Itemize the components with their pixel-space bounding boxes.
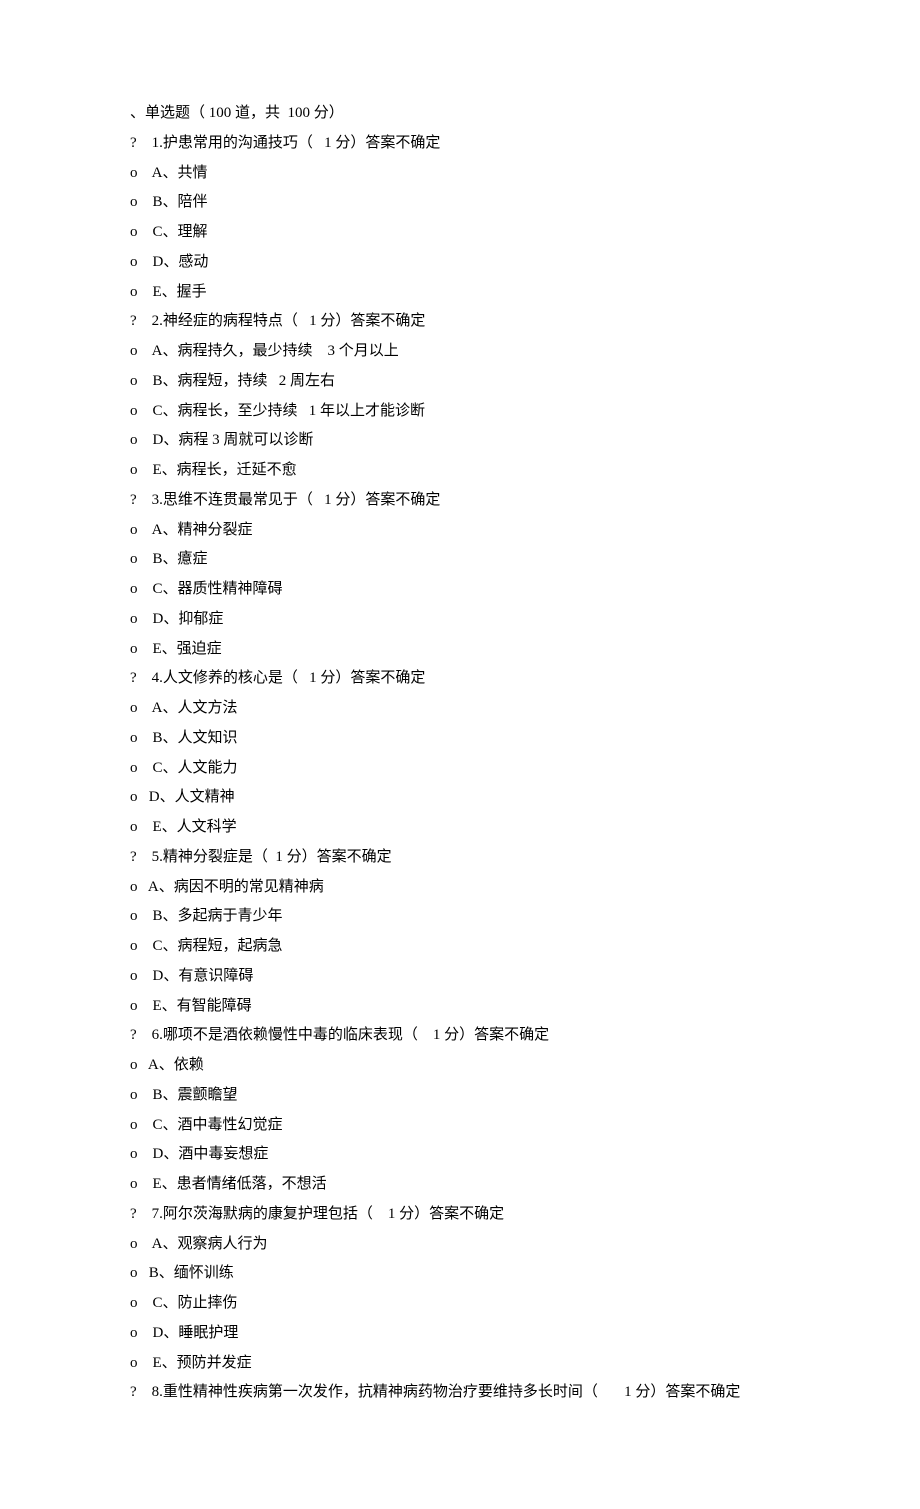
option-item: o C、病程短，起病急 [130, 933, 790, 961]
question-stem: ? 3.思维不连贯最常见于（ 1 分）答案不确定 [130, 487, 790, 515]
option-item: o D、感动 [130, 249, 790, 277]
option-item: o B、病程短，持续 2 周左右 [130, 368, 790, 396]
option-item: o A、病因不明的常见精神病 [130, 874, 790, 902]
option-item: o B、震颤瞻望 [130, 1082, 790, 1110]
option-item: o C、防止摔伤 [130, 1290, 790, 1318]
option-item: o C、器质性精神障碍 [130, 576, 790, 604]
question-stem: ? 1.护患常用的沟通技巧（ 1 分）答案不确定 [130, 130, 790, 158]
option-item: o A、共情 [130, 160, 790, 188]
option-item: o E、握手 [130, 279, 790, 307]
option-item: o E、人文科学 [130, 814, 790, 842]
option-item: o E、患者情绪低落，不想活 [130, 1171, 790, 1199]
question-stem: ? 4.人文修养的核心是（ 1 分）答案不确定 [130, 665, 790, 693]
question-stem: ? 6.哪项不是酒依赖慢性中毒的临床表现（ 1 分）答案不确定 [130, 1022, 790, 1050]
question-stem: ? 7.阿尔茨海默病的康复护理包括（ 1 分）答案不确定 [130, 1201, 790, 1229]
option-item: o E、有智能障碍 [130, 993, 790, 1021]
option-item: o D、抑郁症 [130, 606, 790, 634]
option-item: o A、病程持久，最少持续 3 个月以上 [130, 338, 790, 366]
option-item: o C、病程长，至少持续 1 年以上才能诊断 [130, 398, 790, 426]
option-item: o D、酒中毒妄想症 [130, 1141, 790, 1169]
option-item: o A、依赖 [130, 1052, 790, 1080]
option-item: o B、陪伴 [130, 189, 790, 217]
option-item: o B、多起病于青少年 [130, 903, 790, 931]
option-item: o D、人文精神 [130, 784, 790, 812]
option-item: o B、癔症 [130, 546, 790, 574]
option-item: o D、睡眠护理 [130, 1320, 790, 1348]
option-item: o B、人文知识 [130, 725, 790, 753]
option-item: o B、缅怀训练 [130, 1260, 790, 1288]
question-stem: ? 2.神经症的病程特点（ 1 分）答案不确定 [130, 308, 790, 336]
option-item: o C、酒中毒性幻觉症 [130, 1112, 790, 1140]
option-item: o E、病程长，迁延不愈 [130, 457, 790, 485]
option-item: o A、人文方法 [130, 695, 790, 723]
option-item: o E、预防并发症 [130, 1350, 790, 1378]
option-item: o C、人文能力 [130, 755, 790, 783]
option-item: o A、观察病人行为 [130, 1231, 790, 1259]
option-item: o E、强迫症 [130, 636, 790, 664]
option-item: o A、精神分裂症 [130, 517, 790, 545]
option-item: o D、病程 3 周就可以诊断 [130, 427, 790, 455]
option-item: o D、有意识障碍 [130, 963, 790, 991]
section-header: 、单选题（ 100 道，共 100 分） [130, 100, 790, 128]
option-item: o C、理解 [130, 219, 790, 247]
question-stem: ? 5.精神分裂症是（ 1 分）答案不确定 [130, 844, 790, 872]
question-stem: ? 8.重性精神性疾病第一次发作，抗精神病药物治疗要维持多长时间（ 1 分）答案… [130, 1379, 790, 1407]
